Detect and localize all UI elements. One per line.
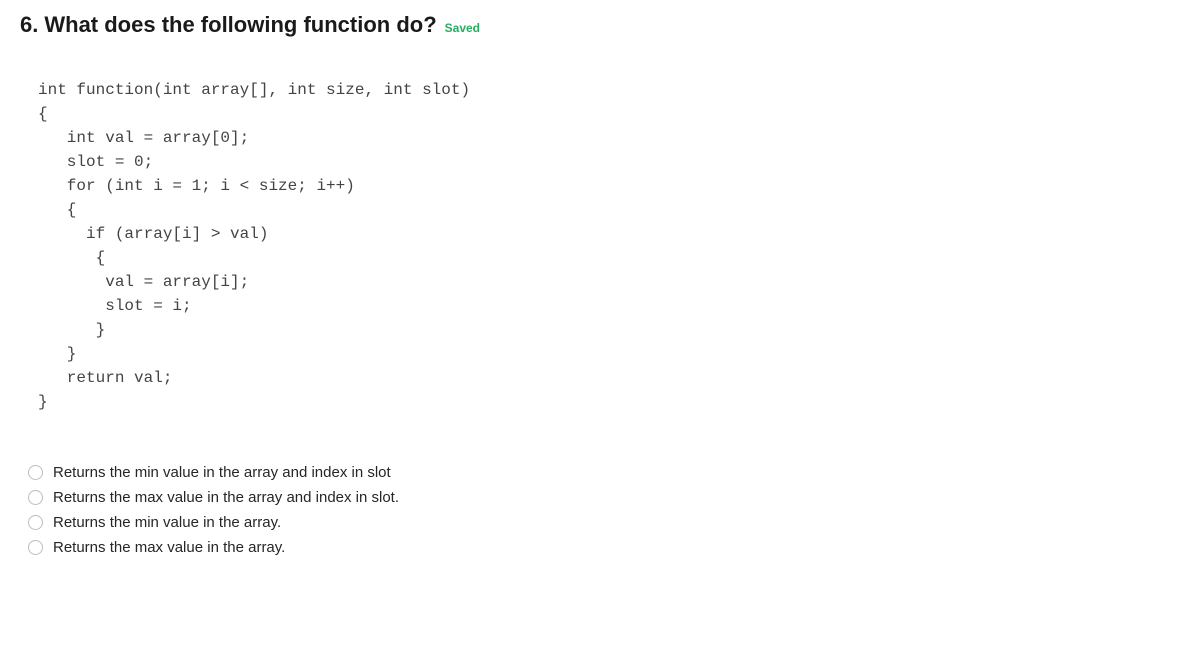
radio-icon[interactable] <box>28 540 43 555</box>
options-group: Returns the min value in the array and i… <box>28 464 1180 556</box>
question-header: 6. What does the following function do? … <box>20 12 1180 38</box>
option-label: Returns the min value in the array and i… <box>53 464 391 481</box>
question-text: What does the following function do? <box>44 12 436 38</box>
option-label: Returns the min value in the array. <box>53 514 281 531</box>
option-2[interactable]: Returns the min value in the array. <box>28 514 1180 531</box>
option-label: Returns the max value in the array. <box>53 539 285 556</box>
code-block: int function(int array[], int size, int … <box>38 78 1180 414</box>
option-3[interactable]: Returns the max value in the array. <box>28 539 1180 556</box>
question-number: 6. <box>20 12 38 38</box>
radio-icon[interactable] <box>28 465 43 480</box>
option-label: Returns the max value in the array and i… <box>53 489 399 506</box>
option-0[interactable]: Returns the min value in the array and i… <box>28 464 1180 481</box>
option-1[interactable]: Returns the max value in the array and i… <box>28 489 1180 506</box>
saved-badge: Saved <box>445 21 480 35</box>
radio-icon[interactable] <box>28 490 43 505</box>
radio-icon[interactable] <box>28 515 43 530</box>
